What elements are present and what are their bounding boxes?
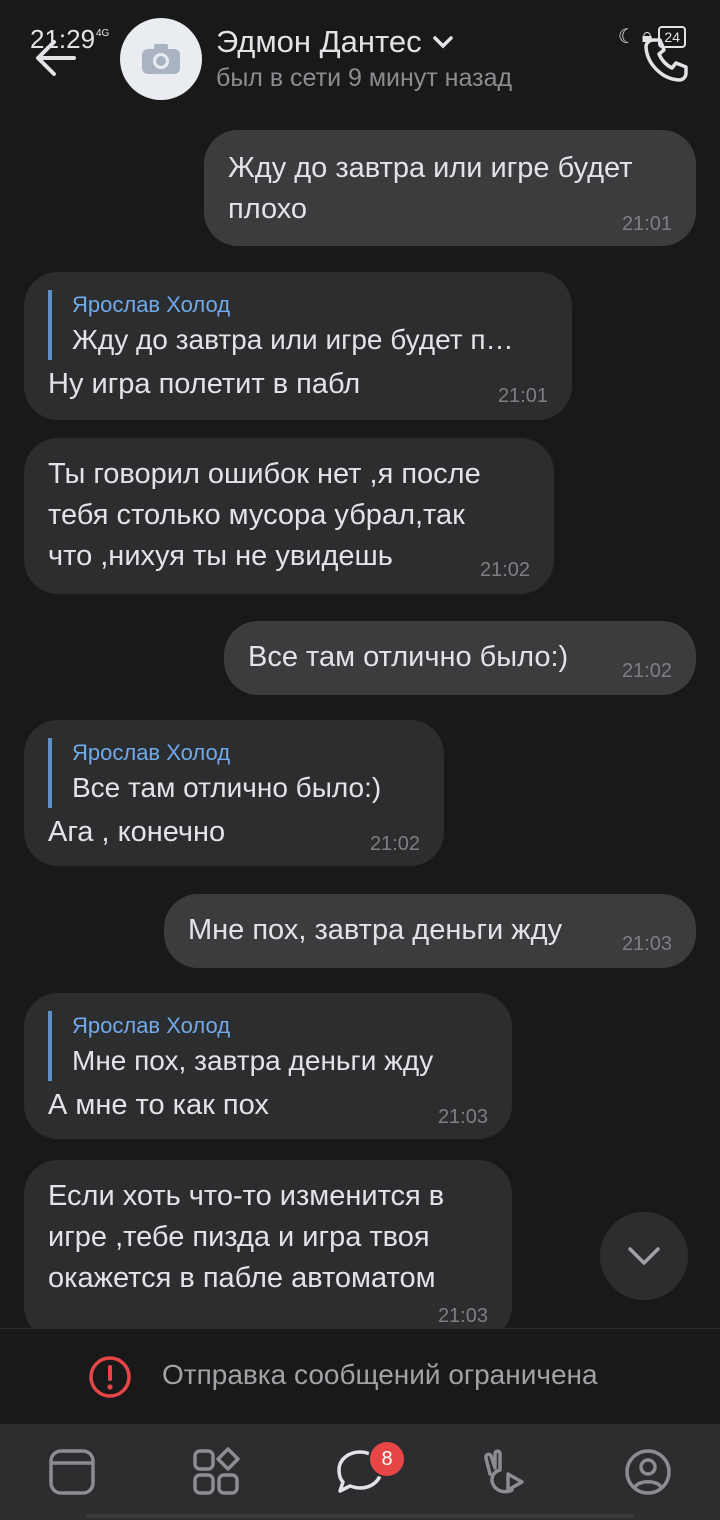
moon-icon: ☾: [617, 26, 636, 48]
reply-text: Все там отлично было:): [72, 772, 382, 803]
reply-quote[interactable]: Ярослав Холод Все там отлично было:): [48, 738, 381, 808]
camera-icon: [142, 44, 180, 74]
contact-name-label: Эдмон Дантес: [216, 24, 422, 59]
message-time: 21:01: [497, 385, 548, 407]
message-time: 21:01: [621, 213, 672, 235]
chevron-down-icon: [628, 1247, 660, 1265]
message-text: Жду до завтра или игре будет плохо: [228, 152, 633, 225]
call-button[interactable]: [640, 34, 692, 86]
reply-author: Ярослав Холод: [72, 292, 231, 317]
presence-status: был в сети 9 минут назад: [216, 64, 513, 92]
nav-clips[interactable]: [478, 1446, 530, 1498]
contact-name[interactable]: Эдмон Дантес: [216, 24, 454, 60]
message-bubble-outgoing[interactable]: Все там отлично было:) 21:02: [224, 621, 696, 695]
message-text: Все там отлично было:): [248, 641, 569, 673]
reply-text: Мне пох, завтра деньги жду: [72, 1045, 434, 1076]
message-text: Если хоть что-то изменится в игре ,тебе …: [48, 1180, 445, 1294]
message-text: Ты говорил ошибок нет ,я после тебя стол…: [48, 458, 481, 572]
restriction-text: Отправка сообщений ограничена: [162, 1359, 598, 1390]
message-text: А мне то как пох: [48, 1089, 269, 1121]
message-bubble-incoming[interactable]: Ярослав Холод Мне пох, завтра деньги жду…: [24, 993, 512, 1139]
unread-badge: 8: [368, 1440, 406, 1478]
nav-news[interactable]: [46, 1446, 98, 1498]
back-arrow-icon: [36, 40, 76, 76]
message-bubble-incoming[interactable]: Ярослав Холод Все там отлично было:) Ага…: [24, 720, 444, 866]
reply-author: Ярослав Холод: [72, 1013, 231, 1038]
nav-services[interactable]: [190, 1446, 242, 1498]
warning-icon: [89, 1356, 131, 1398]
reply-quote[interactable]: Ярослав Холод Мне пох, завтра деньги жду: [48, 1011, 433, 1081]
reply-quote[interactable]: Ярослав Холод Жду до завтра или игре буд…: [48, 290, 514, 360]
message-bubble-incoming[interactable]: Ярослав Холод Жду до завтра или игре буд…: [24, 272, 572, 420]
news-icon: [49, 1449, 95, 1495]
message-text: Ага , конечно: [48, 816, 226, 848]
avatar[interactable]: [120, 18, 202, 100]
nav-profile[interactable]: [622, 1446, 674, 1498]
message-time: 21:03: [621, 933, 672, 955]
phone-icon: [644, 38, 688, 82]
home-indicator[interactable]: [86, 1514, 634, 1518]
message-bubble-incoming[interactable]: Ты говорил ошибок нет ,я после тебя стол…: [24, 438, 554, 594]
message-text: Ну игра полетит в пабл: [48, 368, 361, 400]
back-button[interactable]: [34, 36, 78, 80]
message-text: Мне пох, завтра деньги жду: [188, 914, 563, 946]
message-bubble-outgoing[interactable]: Жду до завтра или игре будет плохо 21:01: [204, 130, 696, 246]
chevron-down-icon: [432, 36, 453, 49]
clips-icon: [484, 1449, 524, 1494]
scroll-to-bottom-button[interactable]: [600, 1212, 688, 1300]
network-indicator: 4G: [96, 28, 110, 39]
reply-author: Ярослав Холод: [72, 740, 231, 765]
message-bubble-incoming[interactable]: Если хоть что-то изменится в игре ,тебе …: [24, 1160, 512, 1340]
message-bubble-outgoing[interactable]: Мне пох, завтра деньги жду 21:03: [164, 894, 696, 968]
message-time: 21:03: [437, 1106, 488, 1128]
profile-icon: [625, 1449, 671, 1495]
message-time: 21:02: [369, 833, 420, 855]
services-icon: [193, 1447, 240, 1495]
message-time: 21:03: [437, 1305, 488, 1327]
message-time: 21:02: [479, 559, 530, 581]
reply-text: Жду до завтра или игре будет п…: [72, 324, 514, 355]
message-time: 21:02: [621, 660, 672, 682]
